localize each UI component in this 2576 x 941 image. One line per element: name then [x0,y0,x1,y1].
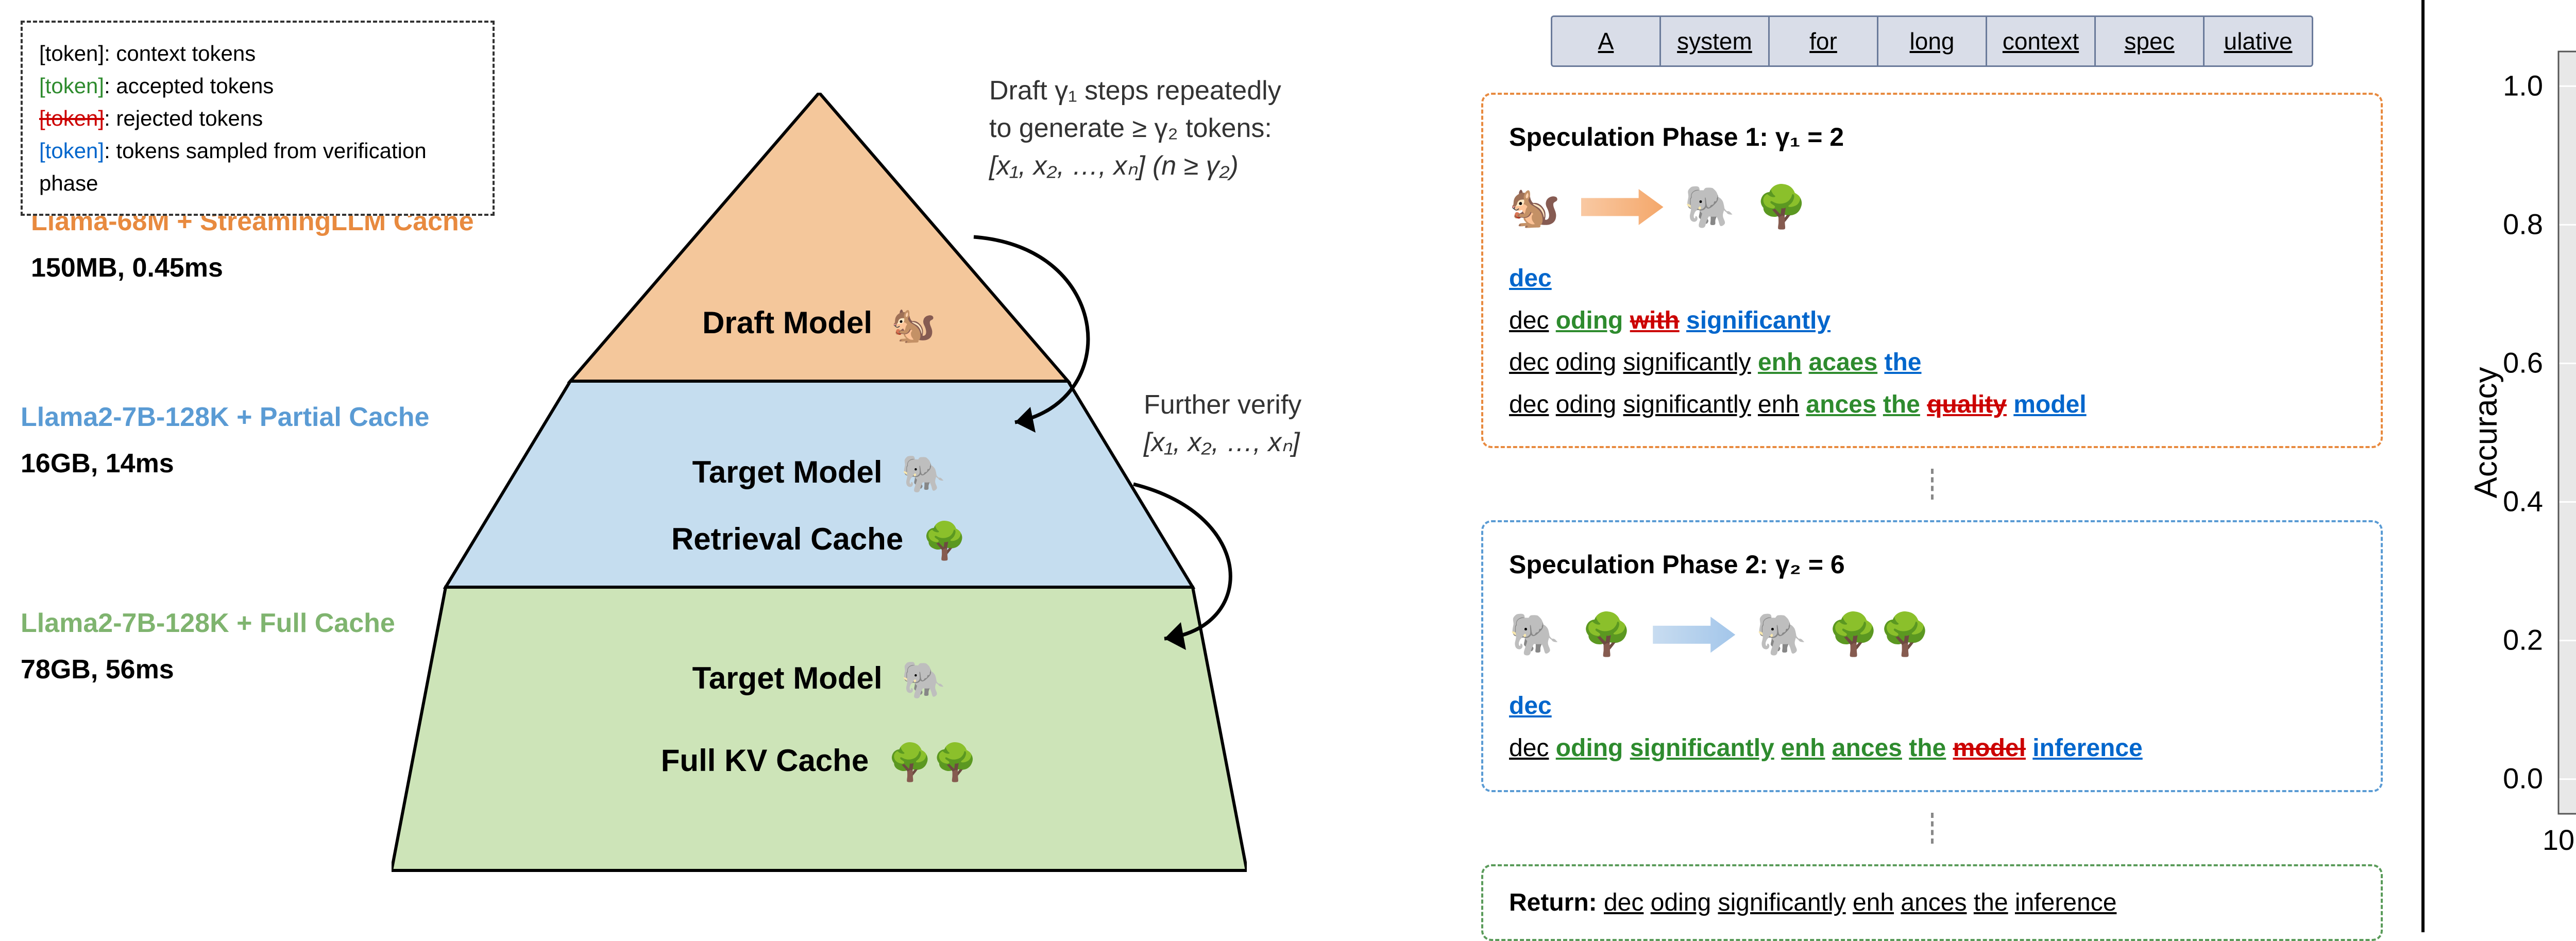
phase1-lines: decdec oding with significantlydec oding… [1509,258,2355,425]
tier3-side-label: Llama2-7B-128K + Full Cache 78GB, 56ms [21,608,395,685]
return-tokens: dec oding significantly enh ances the in… [1604,889,2116,916]
token-line: dec oding significantly enh ances the mo… [1509,727,2355,769]
forest-icon: 🌳🌳 [888,742,977,782]
tree-icon: 🌳 [1756,172,1807,242]
context-token: spec [2096,17,2205,65]
tree-icon: 🌳 [1581,600,1633,670]
tier3-title2: Full KV Cache 🌳🌳 [392,742,1247,784]
accuracy-latency-chart: 1020304050600.00.20.40.60.81.0Latency (m… [2466,21,2576,896]
svg-text:0.8: 0.8 [2503,208,2543,240]
chart-panel: 1020304050600.00.20.40.60.81.0Latency (m… [2421,0,2576,932]
context-token-row: Asystemforlongcontextspeculative [1551,15,2313,67]
phase1-title: Speculation Phase 1: γ₁ = 2 [1509,115,2355,159]
token-legend: [token][token]: context tokens: context … [21,21,495,216]
context-token: A [1552,17,1661,65]
phase2-title: Speculation Phase 2: γ₂ = 6 [1509,543,2355,587]
token-line: dec oding significantly enh acaes the [1509,341,2355,384]
context-token: for [1770,17,1878,65]
return-label: Return: [1509,889,1604,916]
svg-text:0.4: 0.4 [2503,485,2543,518]
connector-line [1931,813,1934,844]
tier1-title: Draft Model 🐿️ [392,304,1247,346]
squirrel-icon: 🐿️ [1509,172,1561,242]
phase2-box: Speculation Phase 2: γ₂ = 6 🐘 🌳 🐘 🌳🌳 dec… [1481,520,2383,792]
arrow2-caption: Further verify [x₁, x₂, …, xₙ] [1144,386,1432,461]
tree-icon: 🌳 [922,521,967,561]
tier2-title2: Retrieval Cache 🌳 [392,520,1247,562]
token-line: dec [1509,685,2355,727]
svg-text:0.6: 0.6 [2503,346,2543,379]
arrow-orange-icon [1581,189,1664,225]
phase1-icons: 🐿️ 🐘 🌳 [1509,172,2355,242]
tier2-side-label: Llama2-7B-128K + Partial Cache 16GB, 14m… [21,402,429,479]
token-line: dec [1509,258,2355,300]
phase1-box: Speculation Phase 1: γ₁ = 2 🐿️ 🐘 🌳 decde… [1481,93,2383,448]
context-token: context [1987,17,2096,65]
context-token: long [1878,17,1987,65]
svg-text:0.2: 0.2 [2503,624,2543,656]
diagram-panel: [token][token]: context tokens: context … [0,0,1443,932]
token-line: dec oding significantly enh ances the qu… [1509,384,2355,426]
pyramid-diagram: Draft Model 🐿️ Target Model 🐘 Retrieval … [392,93,1247,876]
speculation-panel: Asystemforlongcontextspeculative Specula… [1443,0,2421,932]
tier2-title1: Target Model 🐘 [392,453,1247,495]
elephant-icon: 🐘 [1756,600,1807,670]
svg-text:1.0: 1.0 [2503,69,2543,101]
context-token: ulative [2205,17,2312,65]
svg-text:10: 10 [2543,824,2574,856]
forest-icon: 🌳🌳 [1828,600,1930,670]
arrow-blue-icon [1653,617,1735,653]
token-line: dec oding with significantly [1509,300,2355,342]
tier3-title1: Target Model 🐘 [392,659,1247,702]
connector-line [1931,469,1934,500]
elephant-icon: 🐘 [1509,600,1561,670]
squirrel-icon: 🐿️ [891,304,936,345]
phase2-lines: decdec oding significantly enh ances the… [1509,685,2355,769]
svg-text:0.0: 0.0 [2503,762,2543,795]
elephant-icon: 🐘 [1684,172,1736,242]
elephant-icon: 🐘 [901,660,946,700]
context-token: system [1661,17,1770,65]
svg-text:Accuracy: Accuracy [2468,367,2504,499]
elephant-icon: 🐘 [901,454,946,494]
return-box: Return: dec oding significantly enh ance… [1481,864,2383,941]
arrow1-caption: Draft γ₁ steps repeatedly to generate ≥ … [989,72,1432,184]
phase2-icons: 🐘 🌳 🐘 🌳🌳 [1509,600,2355,670]
